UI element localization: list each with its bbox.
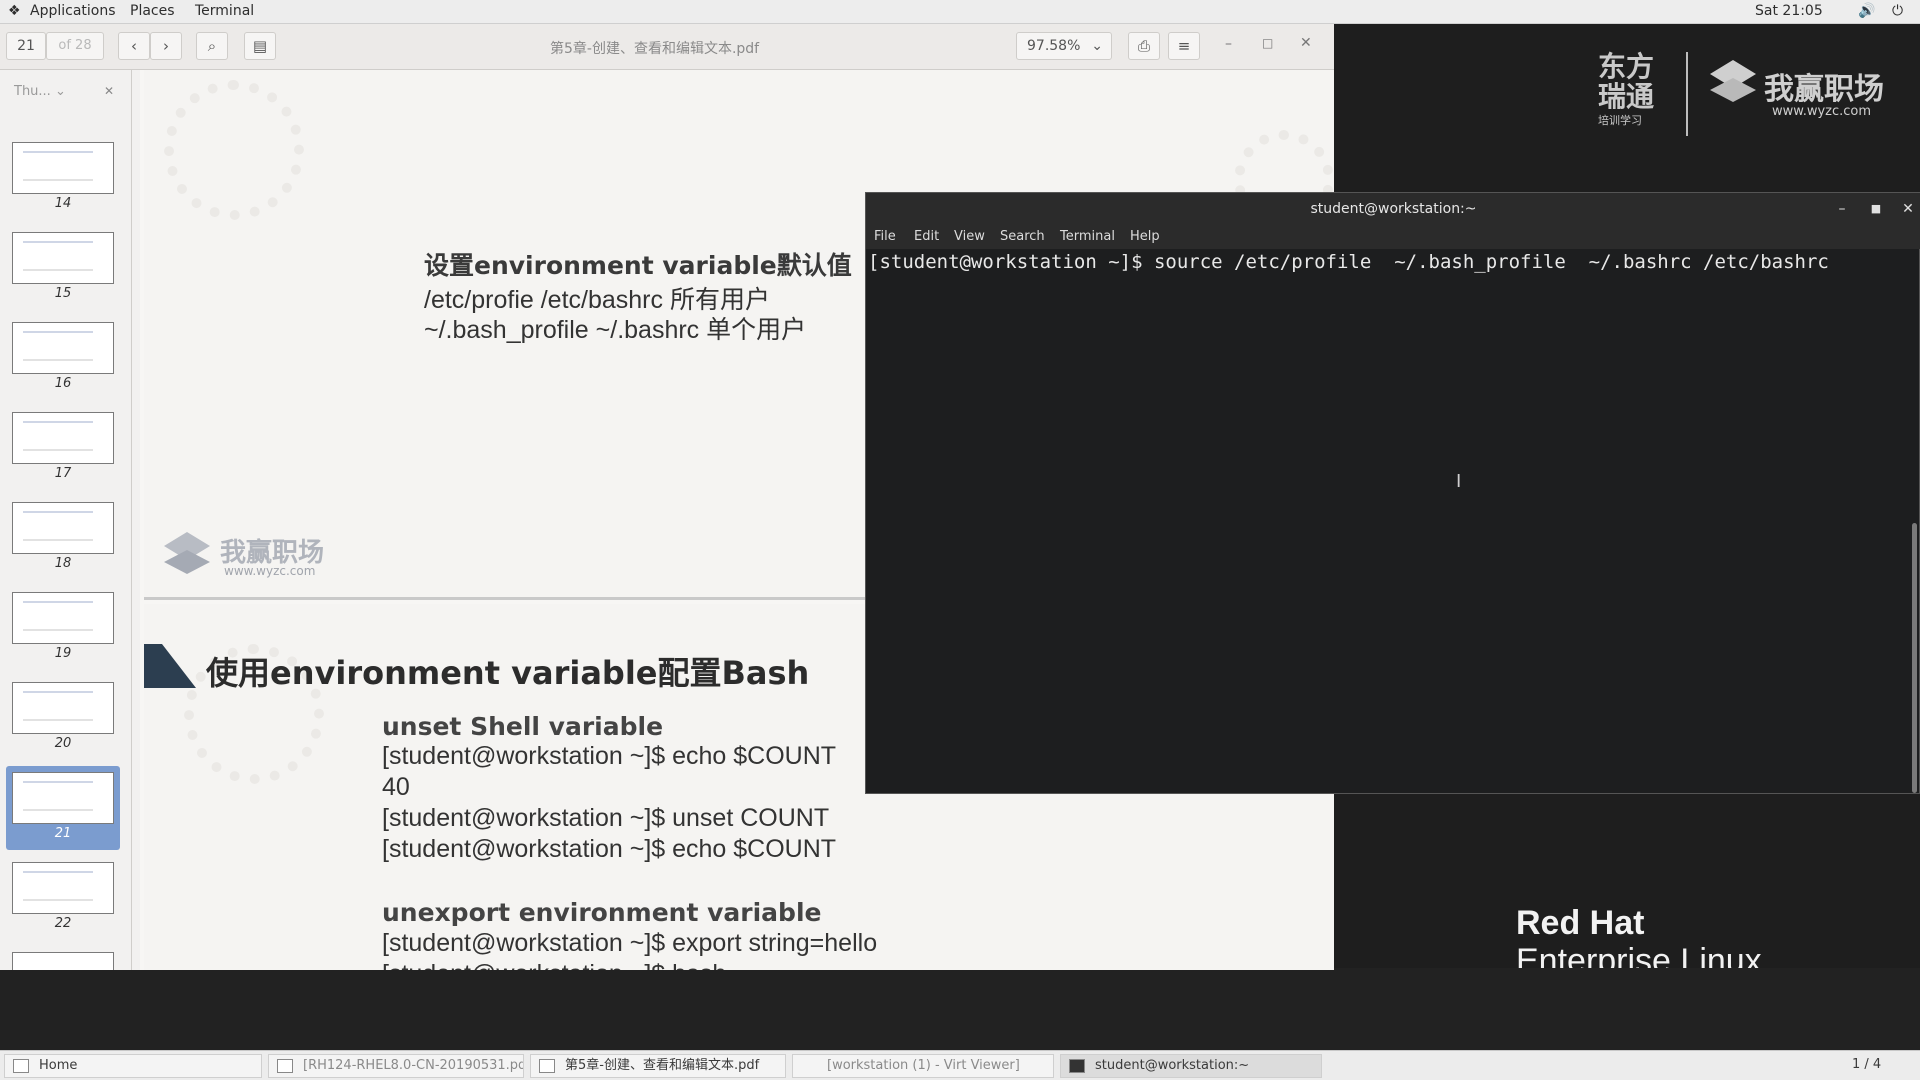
wyzc-logo-url: www.wyzc.com xyxy=(1772,104,1872,119)
slide-title: 使用environment variable配置Bash xyxy=(206,654,810,692)
task-chapter5-pdf[interactable]: 第5章-创建、查看和编辑文本.pdf xyxy=(530,1054,786,1078)
menu-help[interactable]: Help xyxy=(1130,229,1160,244)
wyzc-slide-logo-icon xyxy=(162,530,212,576)
slide-text: [student@workstation ~]$ bash xyxy=(382,960,726,970)
slide-text: [student@workstation ~]$ echo $COUNT xyxy=(382,835,837,863)
page-count: of 28 xyxy=(46,32,104,60)
task-home[interactable]: Home xyxy=(4,1054,262,1078)
desktop-bottom-area xyxy=(0,968,1920,1050)
wyzc-slide-logo-url: www.wyzc.com xyxy=(224,564,316,578)
menu-file[interactable]: File xyxy=(874,229,896,244)
slide-text: [student@workstation ~]$ export string=h… xyxy=(382,929,878,957)
minimize-icon[interactable]: – xyxy=(1225,36,1232,52)
page-number-input[interactable]: 21 xyxy=(6,32,46,60)
close-icon[interactable]: ✕ xyxy=(1898,199,1918,219)
thumbnail[interactable] xyxy=(12,682,114,734)
sidebar-toggle-icon[interactable]: ▤ xyxy=(244,32,276,60)
terminal-scrollbar[interactable] xyxy=(1912,523,1917,793)
thumbnail[interactable] xyxy=(12,412,114,464)
task-terminal[interactable]: student@workstation:~ xyxy=(1060,1054,1322,1078)
volume-icon[interactable]: 🔊 xyxy=(1858,3,1875,19)
thumbnail[interactable] xyxy=(12,322,114,374)
thumbnail[interactable] xyxy=(12,862,114,914)
thumbnail[interactable] xyxy=(12,502,114,554)
terminal-menubar: File Edit View Search Terminal Help xyxy=(866,225,1920,249)
pdf-toolbar: 21 of 28 ‹ › ⌕ ▤ 第5章-创建、查看和编辑文本.pdf 97.5… xyxy=(0,24,1334,70)
slide-text: 40 xyxy=(382,773,410,801)
slide-subheading: unset Shell variable xyxy=(382,712,664,741)
menu-search[interactable]: Search xyxy=(1000,229,1045,244)
thumbnail-number: 17 xyxy=(54,466,72,481)
places-menu[interactable]: Places xyxy=(130,3,175,19)
slide-subheading: unexport environment variable xyxy=(382,898,822,927)
task-virt-viewer[interactable]: [workstation (1) - Virt Viewer] xyxy=(792,1054,1054,1078)
taskbar: Home [RH124-RHEL8.0-CN-20190531.pdf] 第5章… xyxy=(0,1050,1920,1080)
menu-terminal[interactable]: Terminal xyxy=(1060,229,1115,244)
document-title: 第5章-创建、查看和编辑文本.pdf xyxy=(550,41,760,57)
thumbnail-number: 16 xyxy=(54,376,72,391)
prev-page-button[interactable]: ‹ xyxy=(118,32,150,60)
document-icon xyxy=(277,1059,293,1073)
menu-icon[interactable]: ≡ xyxy=(1168,32,1200,60)
menu-edit[interactable]: Edit xyxy=(914,229,939,244)
menu-view[interactable]: View xyxy=(954,229,985,244)
thumbnail[interactable] xyxy=(12,142,114,194)
terminal-titlebar[interactable]: student@workstation:~ xyxy=(866,193,1920,225)
redhat-title: Red Hat xyxy=(1516,904,1645,942)
sidebar-mode-select[interactable]: Thu... ⌄ xyxy=(14,84,66,99)
wyzc-logo-text: 我赢职场 xyxy=(1764,72,1884,107)
minimize-icon[interactable]: – xyxy=(1832,199,1852,219)
thumbnail-selected[interactable] xyxy=(12,772,114,824)
decorative-flower xyxy=(164,80,304,220)
logo-divider xyxy=(1686,52,1688,136)
terminal-output[interactable]: [student@workstation ~]$ source /etc/pro… xyxy=(868,251,1908,791)
maximize-icon[interactable]: □ xyxy=(1262,36,1273,50)
gnome-foot-icon: ❖ xyxy=(8,3,21,19)
maximize-icon[interactable]: ■ xyxy=(1866,199,1886,219)
thumbnail-number: 21 xyxy=(54,826,72,841)
thumbnail-number: 19 xyxy=(54,646,72,661)
slide-text: [student@workstation ~]$ echo $COUNT xyxy=(382,742,837,770)
applications-menu[interactable]: Applications xyxy=(30,3,116,19)
clock[interactable]: Sat 21:05 xyxy=(1755,3,1823,19)
thumbnail-number: 20 xyxy=(54,736,72,751)
slide-title-marker xyxy=(144,644,196,688)
terminal-app-menu[interactable]: Terminal xyxy=(195,3,254,19)
sidebar-close-icon[interactable]: ✕ xyxy=(104,84,114,98)
thumbnail-number: 18 xyxy=(54,556,72,571)
slide-text: [student@workstation ~]$ unset COUNT xyxy=(382,804,830,832)
slide-heading: 设置environment variable默认值 xyxy=(424,251,852,280)
annotate-icon[interactable]: ⎙ xyxy=(1128,32,1160,60)
thumbnail-number: 15 xyxy=(54,286,72,301)
text-cursor-icon: I xyxy=(1456,471,1462,492)
thumbnail-number: 14 xyxy=(54,196,72,211)
next-page-button[interactable]: › xyxy=(150,32,182,60)
terminal-window[interactable]: student@workstation:~ – ■ ✕ File Edit Vi… xyxy=(865,192,1920,794)
folder-icon xyxy=(13,1059,29,1073)
thumbnail[interactable] xyxy=(12,952,114,970)
terminal-icon xyxy=(1069,1059,1085,1073)
dongfang-logo: 东方瑞通 培训学习 xyxy=(1598,50,1655,128)
power-icon[interactable]: ⏻ xyxy=(1892,3,1903,19)
zoom-select[interactable]: 97.58% ⌄ xyxy=(1016,32,1112,60)
thumbnail-number: 22 xyxy=(54,916,72,931)
chevron-down-icon: ⌄ xyxy=(1091,38,1103,54)
search-icon[interactable]: ⌕ xyxy=(196,32,228,60)
thumbnail-sidebar: Thu... ⌄ ✕ 14 15 16 17 18 19 20 21 22 xyxy=(0,70,132,970)
top-bar: ❖ Applications Places Terminal Sat 21:05… xyxy=(0,0,1920,24)
workspace-indicator[interactable]: 1 / 4 xyxy=(1852,1057,1881,1072)
wyzc-logo-icon xyxy=(1708,58,1758,104)
thumbnail[interactable] xyxy=(12,592,114,644)
close-icon[interactable]: ✕ xyxy=(1300,35,1312,51)
document-icon xyxy=(539,1059,555,1073)
task-rh124-pdf[interactable]: [RH124-RHEL8.0-CN-20190531.pdf] xyxy=(268,1054,524,1078)
slide-text: ~/.bash_profile ~/.bashrc 单个用户 xyxy=(424,316,807,344)
thumbnail[interactable] xyxy=(12,232,114,284)
